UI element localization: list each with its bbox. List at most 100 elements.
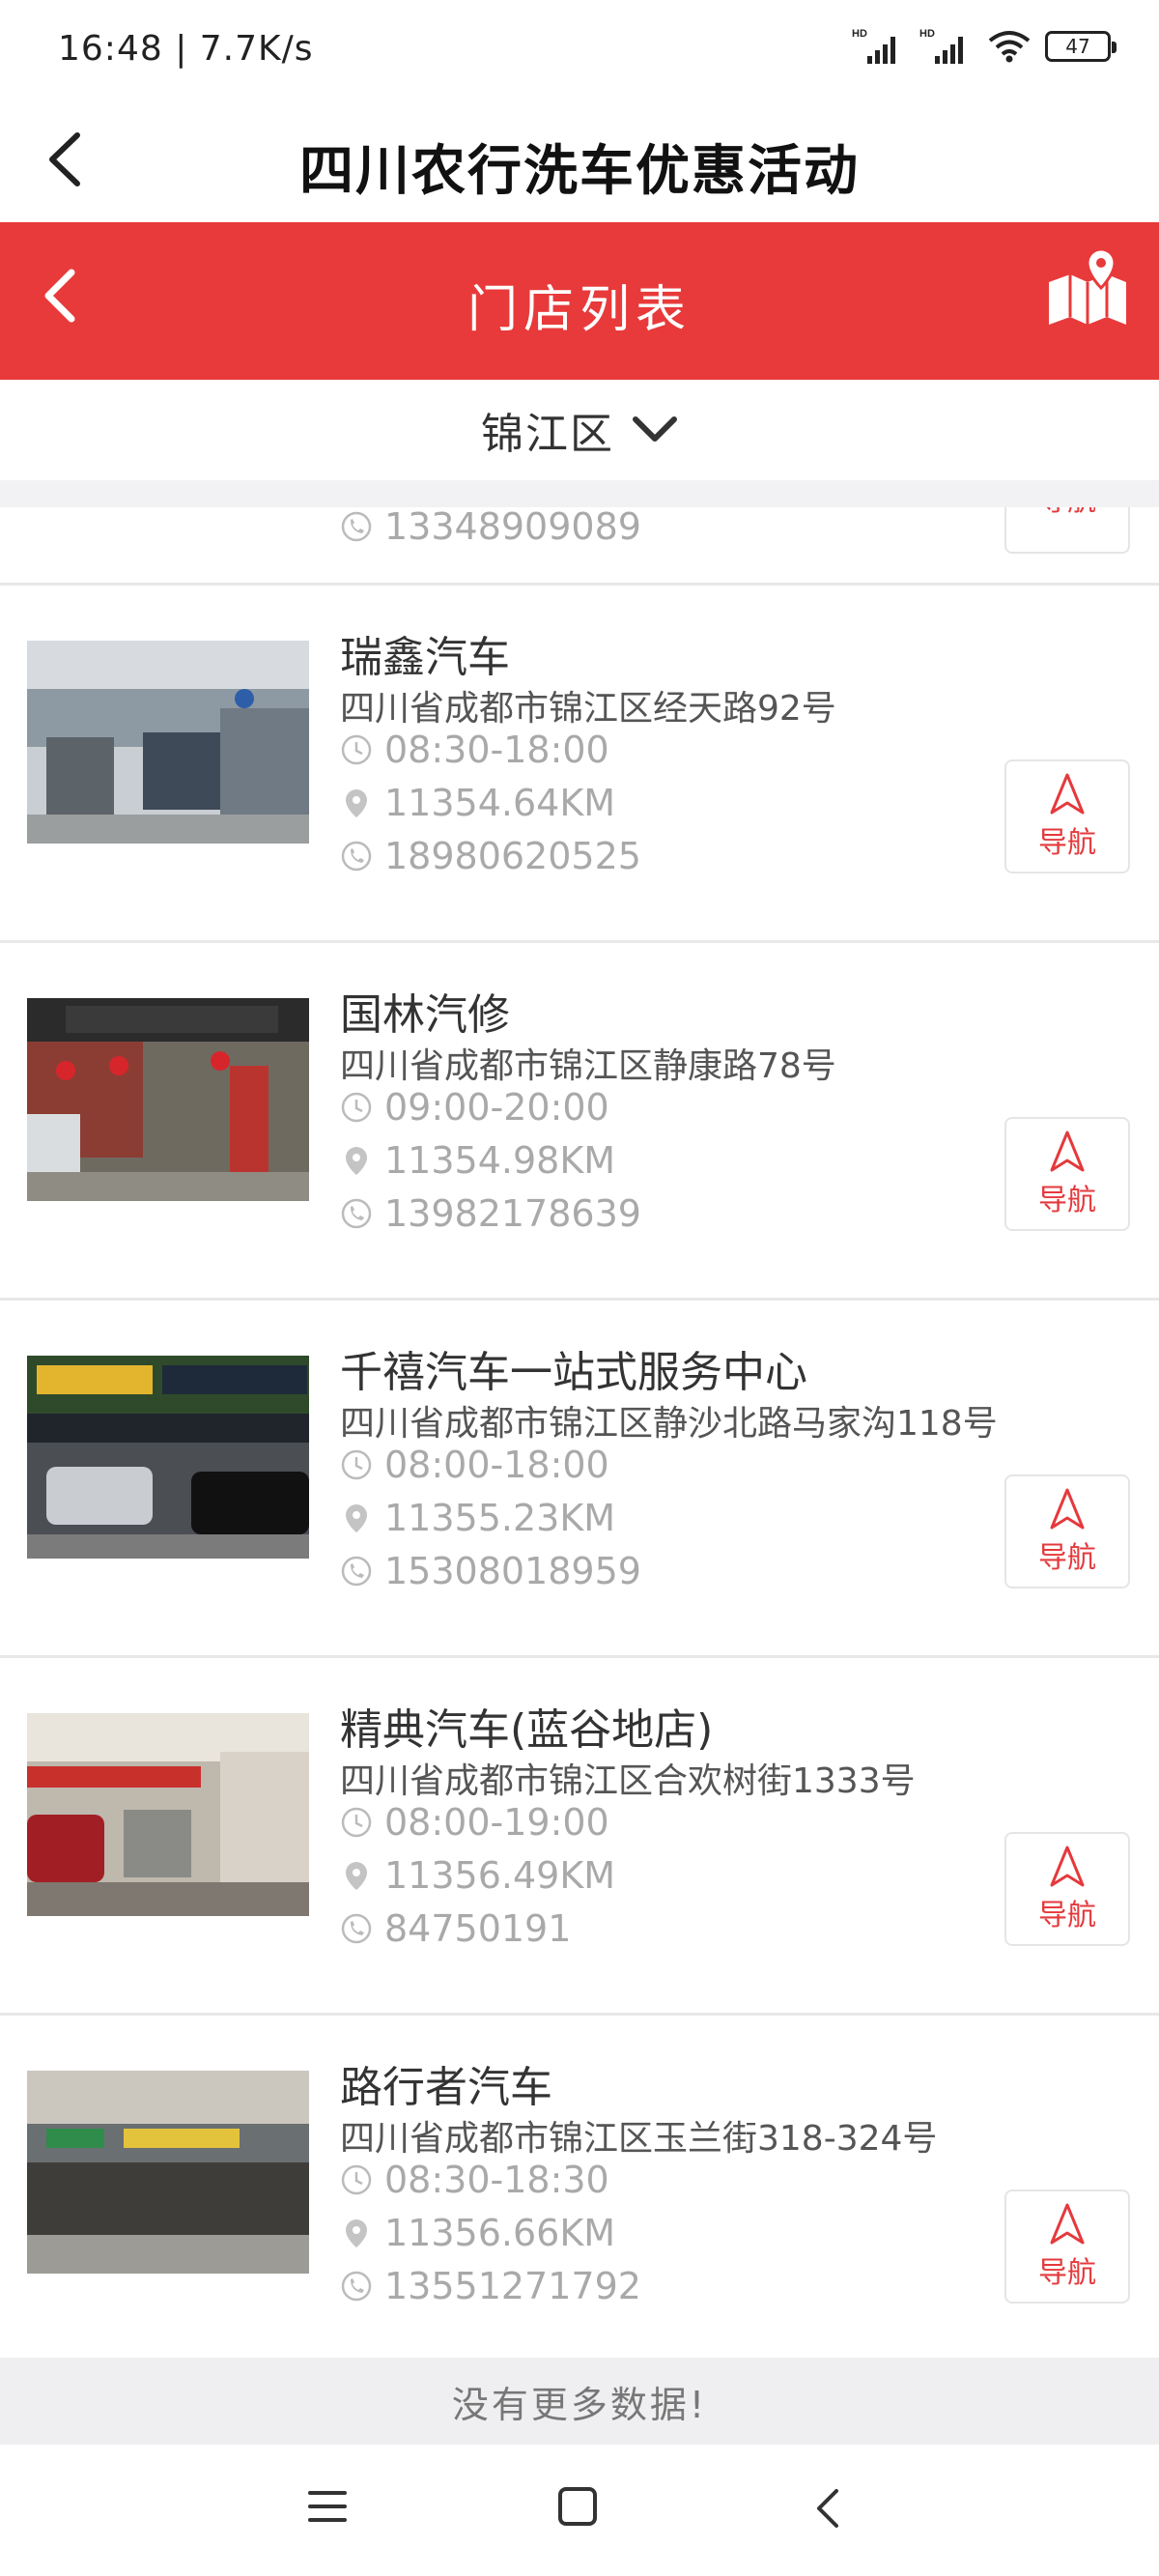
store-list[interactable]: 13348909089 导航 瑞鑫汽车 四川省成都市锦江区经天路92号 08:3… — [0, 507, 1159, 2358]
map-icon[interactable] — [1041, 243, 1134, 336]
divider-band — [0, 480, 1159, 507]
store-hours: 09:00-20:00 — [340, 1086, 609, 1129]
store-phone: 15308018959 — [340, 1550, 641, 1592]
status-bar: 16:48 | 7.7K/s HD HD 47 — [0, 0, 1159, 97]
store-distance-text: 11355.23KM — [384, 1497, 616, 1539]
store-hours-text: 08:30-18:00 — [384, 729, 609, 771]
nav-button-label: 导航 — [1038, 1541, 1096, 1575]
no-more-data: 没有更多数据! — [0, 2358, 1159, 2445]
store-distance: 11356.49KM — [340, 1854, 615, 1897]
navigation-arrow-icon — [1050, 2203, 1085, 2245]
nav-button[interactable]: 导航 — [1004, 1474, 1130, 1589]
store-hours: 08:00-18:00 — [340, 1444, 609, 1486]
store-hours: 08:00-19:00 — [340, 1801, 609, 1844]
store-address: 四川省成都市锦江区合欢树街1333号 — [340, 1761, 916, 1801]
store-phone-text[interactable]: 18980620525 — [384, 835, 641, 877]
store-distance-text: 11354.98KM — [384, 1139, 616, 1182]
list-item[interactable]: 路行者汽车 四川省成都市锦江区玉兰街318-324号 08:30-18:30 1… — [0, 2016, 1159, 2358]
nav-button-label: 导航 — [1038, 507, 1096, 519]
store-hours-text: 09:00-20:00 — [384, 1086, 609, 1129]
list-item[interactable]: 精典汽车(蓝谷地店) 四川省成都市锦江区合欢树街1333号 08:00-19:0… — [0, 1658, 1159, 2016]
navigation-arrow-icon — [1050, 1846, 1085, 1887]
system-back-icon[interactable] — [809, 2485, 848, 2535]
clock-icon — [341, 1807, 372, 1838]
store-name: 千禧汽车一站式服务中心 — [340, 1348, 807, 1397]
store-name: 瑞鑫汽车 — [340, 633, 510, 682]
store-phone-text[interactable]: 15308018959 — [384, 1550, 641, 1592]
store-distance: 11354.64KM — [340, 782, 615, 824]
store-photo — [27, 2071, 309, 2274]
home-icon[interactable] — [556, 2485, 599, 2532]
store-distance: 11355.23KM — [340, 1497, 615, 1539]
signal-icon-2: HD — [919, 28, 963, 64]
list-item-partial[interactable]: 13348909089 导航 — [0, 507, 1159, 586]
signal-icon: HD — [852, 28, 895, 64]
nav-button-label: 导航 — [1038, 2256, 1096, 2290]
phone-icon — [341, 1913, 372, 1944]
store-name: 精典汽车(蓝谷地店) — [340, 1705, 714, 1755]
store-hours-text: 08:00-19:00 — [384, 1801, 609, 1844]
store-address: 四川省成都市锦江区玉兰街318-324号 — [340, 2119, 938, 2159]
nav-button[interactable]: 导航 — [1004, 2190, 1130, 2304]
navigation-arrow-icon — [1050, 1488, 1085, 1530]
store-hours: 08:30-18:30 — [340, 2159, 609, 2201]
store-phone: 13551271792 — [340, 2265, 641, 2307]
list-item[interactable]: 国林汽修 四川省成都市锦江区静康路78号 09:00-20:00 11354.9… — [0, 943, 1159, 1301]
menu-icon[interactable] — [307, 2485, 348, 2532]
nav-button[interactable]: 导航 — [1004, 507, 1130, 554]
chevron-down-icon — [633, 416, 677, 442]
status-icons: HD HD 47 — [852, 27, 1117, 66]
store-phone-text[interactable]: 13348909089 — [384, 507, 641, 548]
system-nav-bar — [0, 2445, 1159, 2576]
page-title: 四川农行洗车优惠活动 — [299, 140, 860, 203]
nav-button-label: 导航 — [1038, 1184, 1096, 1217]
store-hours-text: 08:00-18:00 — [384, 1444, 609, 1486]
nav-button[interactable]: 导航 — [1004, 1117, 1130, 1231]
store-hours: 08:30-18:00 — [340, 729, 609, 771]
clock-icon — [341, 1449, 372, 1480]
wifi-icon — [988, 31, 1031, 63]
nav-button[interactable]: 导航 — [1004, 759, 1130, 873]
store-distance: 11356.66KM — [340, 2212, 615, 2254]
store-address: 四川省成都市锦江区静沙北路马家沟118号 — [340, 1404, 998, 1444]
store-distance-text: 11356.49KM — [384, 1854, 616, 1897]
header-title: 门店列表 — [466, 281, 692, 339]
store-photo — [27, 1356, 309, 1559]
store-address: 四川省成都市锦江区静康路78号 — [340, 1046, 836, 1086]
location-pin-icon — [346, 1504, 367, 1532]
list-item[interactable]: 千禧汽车一站式服务中心 四川省成都市锦江区静沙北路马家沟118号 08:00-1… — [0, 1301, 1159, 1658]
store-photo — [27, 998, 309, 1201]
store-distance-text: 11354.64KM — [384, 782, 616, 824]
store-phone-text[interactable]: 13982178639 — [384, 1192, 641, 1235]
location-pin-icon — [346, 1147, 367, 1175]
store-phone-text[interactable]: 84750191 — [384, 1907, 571, 1950]
store-phone: 13982178639 — [340, 1192, 641, 1235]
store-phone: 18980620525 — [340, 835, 641, 877]
store-distance: 11354.98KM — [340, 1139, 615, 1182]
phone-icon — [341, 2271, 372, 2302]
phone-icon — [341, 511, 372, 542]
store-name: 国林汽修 — [340, 990, 510, 1040]
store-list-header: 门店列表 — [0, 222, 1159, 380]
store-phone: 13348909089 — [340, 507, 641, 548]
nav-button[interactable]: 导航 — [1004, 1832, 1130, 1946]
battery-icon: 47 — [1045, 31, 1117, 62]
store-hours-text: 08:30-18:30 — [384, 2159, 609, 2201]
nav-button-label: 导航 — [1038, 1899, 1096, 1932]
store-address: 四川省成都市锦江区经天路92号 — [340, 689, 836, 729]
store-distance-text: 11356.66KM — [384, 2212, 616, 2254]
store-name: 路行者汽车 — [340, 2063, 552, 2112]
app-bar: 四川农行洗车优惠活动 — [0, 97, 1159, 222]
district-selector[interactable]: 锦江区 — [0, 380, 1159, 480]
clock-icon — [341, 2164, 372, 2195]
location-pin-icon — [346, 1862, 367, 1890]
status-time: 16:48 | 7.7K/s — [58, 29, 314, 69]
nav-button-label: 导航 — [1038, 826, 1096, 860]
navigation-arrow-icon — [1050, 1131, 1085, 1172]
phone-icon — [341, 1198, 372, 1229]
navigation-arrow-icon — [1050, 773, 1085, 815]
store-phone-text[interactable]: 13551271792 — [384, 2265, 641, 2307]
district-label: 锦江区 — [481, 410, 614, 459]
phone-icon — [341, 841, 372, 872]
list-item[interactable]: 瑞鑫汽车 四川省成都市锦江区经天路92号 08:30-18:00 11354.6… — [0, 586, 1159, 943]
